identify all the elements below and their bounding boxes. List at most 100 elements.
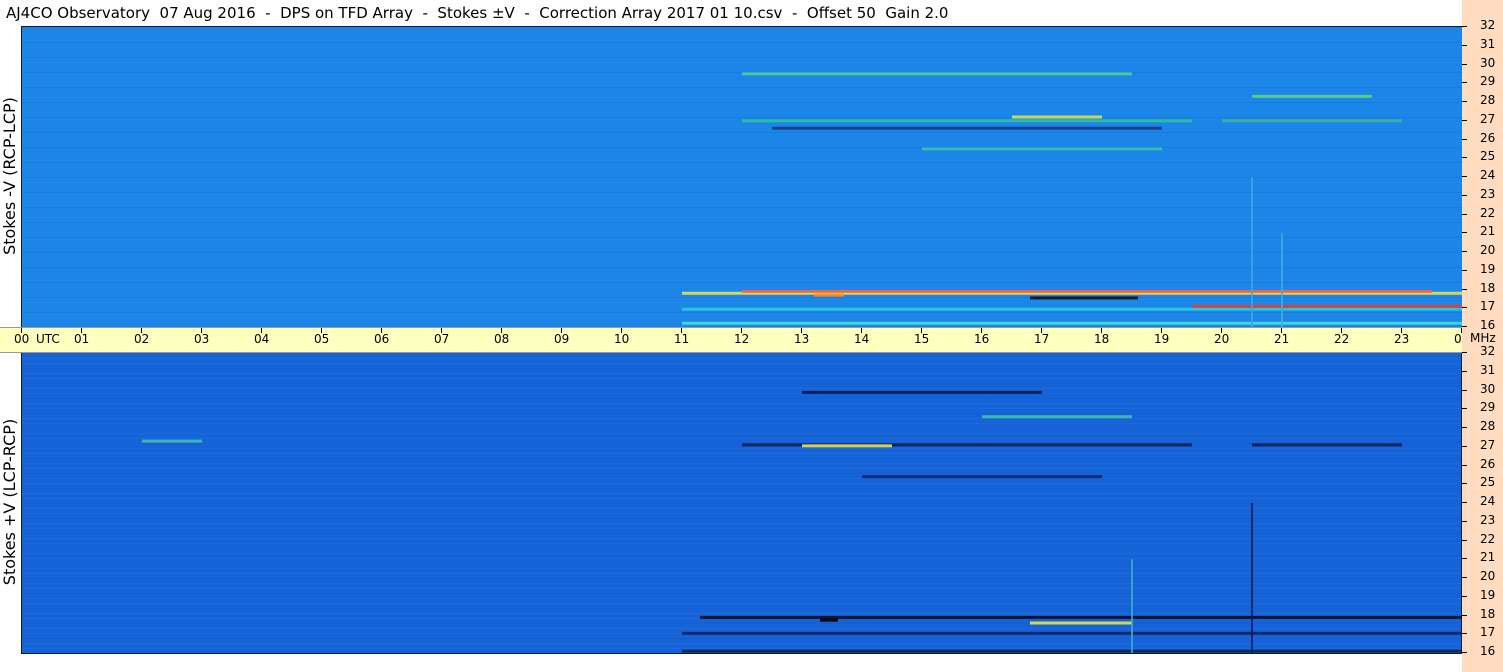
freq-tick-label: 21 (1480, 550, 1496, 565)
time-tick-mark (81, 328, 82, 333)
freq-tick-label: 22 (1480, 205, 1496, 220)
texture-stripe (22, 433, 1462, 434)
time-tick-label: 18 (1094, 332, 1110, 346)
freq-tick-mark (1462, 445, 1467, 447)
texture-stripe (22, 282, 1462, 283)
texture-stripe (22, 207, 1462, 208)
freq-tick-label: 26 (1480, 456, 1496, 471)
texture-stripe (22, 408, 1462, 409)
freq-tick-mark (1462, 427, 1467, 428)
time-tick-label: 00 (14, 332, 30, 346)
bottom-spectrogram (22, 353, 1462, 653)
texture-stripe (22, 222, 1462, 223)
freq-tick-label: 31 (1480, 362, 1496, 377)
texture-stripe (22, 177, 1462, 178)
texture-stripe (22, 413, 1462, 414)
texture-stripe (22, 448, 1462, 449)
texture-stripe (22, 388, 1462, 389)
freq-tick-mark (1462, 119, 1467, 121)
time-tick-mark (561, 328, 562, 333)
time-tick-mark (1341, 328, 1342, 333)
texture-stripe (22, 192, 1462, 193)
freq-tick-label: 19 (1480, 261, 1496, 276)
freq-tick-mark (1462, 558, 1467, 560)
freq-tick-mark (1462, 63, 1467, 65)
time-tick-mark (1041, 328, 1042, 333)
time-tick-label: 21 (1274, 332, 1290, 346)
time-tick-mark (441, 328, 442, 333)
time-tick-label: 04 (254, 332, 270, 346)
texture-stripe (22, 533, 1462, 534)
emission-band-1 (742, 289, 1432, 293)
texture-stripe (22, 77, 1462, 78)
time-tick-label: 23 (1394, 332, 1410, 346)
time-tick-label: 16 (974, 332, 990, 346)
emission-band-12 (1252, 94, 1372, 98)
time-tick-label: 02 (134, 332, 150, 346)
texture-stripe (22, 528, 1462, 529)
texture-stripe (22, 47, 1462, 48)
texture-stripe (22, 598, 1462, 599)
texture-stripe (22, 197, 1462, 198)
texture-stripe (22, 558, 1462, 559)
texture-stripe (22, 112, 1462, 113)
texture-stripe (22, 378, 1462, 379)
freq-tick-label: 25 (1480, 149, 1496, 164)
time-tick-mark (321, 328, 322, 333)
texture-stripe (22, 508, 1462, 509)
freq-tick-label: 17 (1480, 625, 1496, 640)
freq-tick-label: 27 (1480, 437, 1496, 452)
texture-stripe (22, 488, 1462, 489)
texture-stripe (22, 418, 1462, 419)
texture-stripe (22, 82, 1462, 83)
freq-tick-label: 16 (1480, 318, 1496, 332)
freq-tick-mark (1462, 194, 1467, 196)
time-tick-mark (681, 328, 682, 333)
time-tick-label: 01 (74, 332, 90, 346)
texture-stripe (22, 302, 1462, 303)
texture-stripe (22, 403, 1462, 404)
freq-tick-label: 17 (1480, 299, 1496, 314)
freq-tick-label: 30 (1480, 381, 1496, 396)
freq-tick-mark (1462, 633, 1467, 635)
freq-tick-label: 20 (1480, 569, 1496, 583)
freq-tick-mark (1462, 539, 1467, 541)
emission-band-10 (982, 415, 1132, 419)
texture-stripe (22, 523, 1462, 524)
emission-band-8 (802, 390, 1042, 394)
emission-band-9 (862, 475, 1102, 479)
time-tick-mark (1401, 328, 1402, 333)
time-tick-mark (741, 328, 742, 333)
freq-tick-mark (1462, 101, 1467, 102)
texture-stripe (22, 42, 1462, 43)
texture-stripe (22, 62, 1462, 63)
time-tick-mark (381, 328, 382, 333)
texture-stripe (22, 157, 1462, 158)
texture-stripe (22, 393, 1462, 394)
texture-stripe (22, 553, 1462, 554)
texture-stripe (22, 97, 1462, 98)
texture-stripe (22, 172, 1462, 173)
freq-tick-label: 27 (1480, 111, 1496, 126)
texture-stripe (22, 358, 1462, 359)
texture-stripe (22, 227, 1462, 228)
texture-stripe (22, 478, 1462, 479)
time-tick-label: 03 (194, 332, 210, 346)
freq-tick-label: 21 (1480, 224, 1496, 239)
time-unit-label: UTC (36, 332, 60, 346)
top-spectrogram-panel (21, 26, 1463, 328)
freq-tick-mark (1462, 26, 1467, 27)
emission-band-9 (1012, 115, 1102, 119)
texture-stripe (22, 202, 1462, 203)
freq-tick-mark (1462, 652, 1467, 653)
texture-stripe (22, 52, 1462, 53)
emission-band-11 (142, 439, 202, 443)
freq-tick-mark (1462, 483, 1467, 485)
freq-tick-mark (1462, 408, 1467, 410)
time-tick-mark (921, 328, 922, 333)
time-tick-label: 13 (794, 332, 810, 346)
texture-stripe (22, 32, 1462, 33)
texture-stripe (22, 458, 1462, 459)
texture-stripe (22, 573, 1462, 574)
emission-band-6 (682, 321, 1462, 325)
